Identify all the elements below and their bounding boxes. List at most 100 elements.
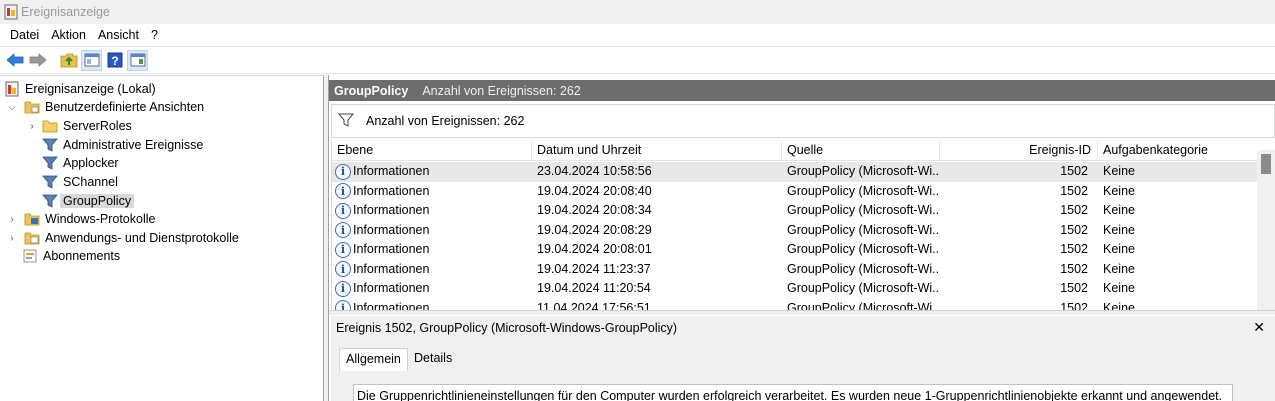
log-name: GroupPolicy	[334, 83, 409, 98]
cell-event-id: 1502	[1060, 222, 1088, 237]
help-icon[interactable]: ?	[104, 50, 125, 71]
cell-source: GroupPolicy (Microsoft-Wi...	[787, 300, 940, 310]
title-bar: Ereignisanzeige	[0, 0, 1275, 24]
menu-datei[interactable]: Datei	[4, 24, 45, 46]
cell-source: GroupPolicy (Microsoft-Wi...	[787, 281, 940, 296]
event-viewer-icon	[4, 4, 18, 20]
event-viewer-icon	[4, 81, 20, 97]
tree-item-custom-views[interactable]: ⌵ Benutzerdefinierte Ansichten	[6, 98, 204, 116]
tree-item-subscriptions[interactable]: Abonnements	[22, 247, 120, 265]
cell-source: GroupPolicy (Microsoft-Wi...	[787, 242, 940, 257]
chevron-right-icon[interactable]: ›	[6, 233, 18, 244]
event-detail-header: Ereignis 1502, GroupPolicy (Microsoft-Wi…	[331, 316, 1275, 340]
event-description: Die Gruppenrichtlinieneinstellungen für …	[353, 384, 1233, 401]
table-row[interactable]: i Informationen 11.04.2024 17:56:51 GroupPo…	[332, 299, 1258, 310]
event-detail-title: Ereignis 1502, GroupPolicy (Microsoft-Wi…	[336, 321, 678, 335]
column-header-category[interactable]: Aufgabenkategorie	[1098, 140, 1258, 161]
filter-icon	[42, 155, 58, 171]
chevron-down-icon[interactable]: ⌵	[6, 102, 18, 113]
menu-aktion[interactable]: Aktion	[45, 24, 92, 46]
filter-icon	[42, 174, 58, 190]
table-row[interactable]: i Informationen 19.04.2024 20:08:34 GroupPo…	[332, 201, 1258, 221]
tree-item-grouppolicy[interactable]: GroupPolicy	[42, 192, 135, 210]
tree-item-admin-events[interactable]: Administrative Ereignisse	[42, 136, 203, 154]
app-logs-folder-icon	[24, 230, 40, 246]
cell-date: 11.04.2024 17:56:51	[537, 300, 651, 310]
menu-ansicht[interactable]: Ansicht	[92, 24, 145, 46]
tree-item-app-logs[interactable]: › Anwendungs- und Dienstprotokolle	[6, 229, 239, 247]
info-icon: i	[335, 222, 351, 239]
subscriptions-icon	[22, 248, 38, 264]
cell-date: 19.04.2024 20:08:29	[537, 222, 652, 237]
cell-category: Keine	[1103, 281, 1135, 296]
filter-icon	[42, 193, 58, 209]
window-title: Ereignisanzeige	[21, 5, 110, 19]
table-row[interactable]: i Informationen 19.04.2024 11:20:54 GroupPo…	[332, 279, 1258, 299]
menu-bar: Datei Aktion Ansicht ?	[0, 24, 1275, 46]
tree-item-root[interactable]: Ereignisanzeige (Lokal)	[4, 80, 156, 98]
filter-count-label: Anzahl von Ereignissen: 262	[366, 114, 525, 128]
tab-details[interactable]: Details	[408, 348, 458, 371]
close-icon[interactable]: ✕	[1253, 319, 1265, 336]
cell-event-id: 1502	[1060, 300, 1088, 310]
cell-date: 19.04.2024 20:08:34	[537, 203, 652, 218]
console-tree-icon[interactable]	[81, 49, 102, 71]
table-row[interactable]: i Informationen 19.04.2024 20:08:29 GroupPo…	[332, 221, 1258, 241]
log-header: GroupPolicy Anzahl von Ereignissen: 262	[329, 80, 1275, 101]
cell-level: i Informationen	[332, 221, 532, 240]
cell-event-id: 1502	[1060, 203, 1088, 218]
info-icon: i	[335, 261, 351, 278]
scrollbar-thumb[interactable]	[1261, 154, 1271, 174]
cell-level: i Informationen	[332, 260, 532, 279]
table-scrollbar[interactable]	[1257, 150, 1275, 310]
toolbar: ?	[0, 46, 1275, 74]
cell-date: 19.04.2024 11:23:37	[537, 261, 651, 276]
cell-event-id: 1502	[1060, 164, 1088, 179]
cell-category: Keine	[1103, 300, 1135, 310]
forward-arrow-icon[interactable]	[27, 50, 48, 71]
tree-item-serverroles[interactable]: › ServerRoles	[26, 117, 131, 135]
column-header-level[interactable]: Ebene	[332, 140, 532, 161]
table-row[interactable]: i Informationen 19.04.2024 11:23:37 GroupPo…	[332, 260, 1258, 280]
action-pane-icon[interactable]	[127, 49, 148, 71]
folder-up-icon[interactable]	[58, 50, 79, 71]
cell-category: Keine	[1103, 203, 1135, 218]
cell-date: 19.04.2024 11:20:54	[537, 281, 651, 296]
tree-item-applocker[interactable]: Applocker	[42, 154, 119, 172]
cell-level-text: Informationen	[353, 222, 430, 237]
back-arrow-icon[interactable]	[4, 50, 25, 71]
cell-category: Keine	[1103, 164, 1135, 179]
cell-level: i Informationen	[332, 299, 532, 310]
menu-help[interactable]: ?	[145, 24, 164, 46]
column-header-event-id[interactable]: Ereignis-ID	[940, 140, 1098, 161]
tree-item-windows-logs[interactable]: › Windows-Protokolle	[6, 210, 155, 228]
horizontal-splitter[interactable]	[329, 310, 1275, 315]
column-header-date[interactable]: Datum und Uhrzeit	[532, 140, 782, 161]
event-table: Ebene Datum und Uhrzeit Quelle Ereignis-…	[331, 140, 1275, 310]
pane-divider[interactable]	[324, 75, 329, 401]
info-icon: i	[335, 183, 351, 200]
table-row[interactable]: i Informationen 19.04.2024 20:08:40 GroupPo…	[332, 182, 1258, 202]
cell-date: 19.04.2024 20:08:40	[537, 183, 652, 198]
info-icon: i	[335, 241, 351, 258]
cell-level-text: Informationen	[353, 183, 430, 198]
info-icon: i	[335, 280, 351, 297]
svg-text:?: ?	[111, 54, 118, 68]
cell-level: i Informationen	[332, 182, 532, 201]
cell-event-id: 1502	[1060, 281, 1088, 296]
table-row[interactable]: i Informationen 19.04.2024 20:08:01 GroupPo…	[332, 240, 1258, 260]
cell-category: Keine	[1103, 261, 1135, 276]
cell-source: GroupPolicy (Microsoft-Wi...	[787, 203, 940, 218]
chevron-right-icon[interactable]: ›	[26, 121, 38, 132]
table-row[interactable]: i Informationen 23.04.2024 10:58:56 GroupPo…	[332, 162, 1258, 182]
filter-bar: Anzahl von Ereignissen: 262	[331, 104, 1275, 138]
cell-level: i Informationen	[332, 240, 532, 259]
column-header-source[interactable]: Quelle	[782, 140, 940, 161]
cell-level-text: Informationen	[353, 261, 430, 276]
chevron-right-icon[interactable]: ›	[6, 214, 18, 225]
cell-event-id: 1502	[1060, 183, 1088, 198]
tab-allgemein[interactable]: Allgemein	[339, 348, 408, 371]
log-event-count: Anzahl von Ereignissen: 262	[422, 83, 581, 98]
cell-level: i Informationen	[332, 201, 532, 220]
tree-item-schannel[interactable]: SChannel	[42, 173, 118, 191]
